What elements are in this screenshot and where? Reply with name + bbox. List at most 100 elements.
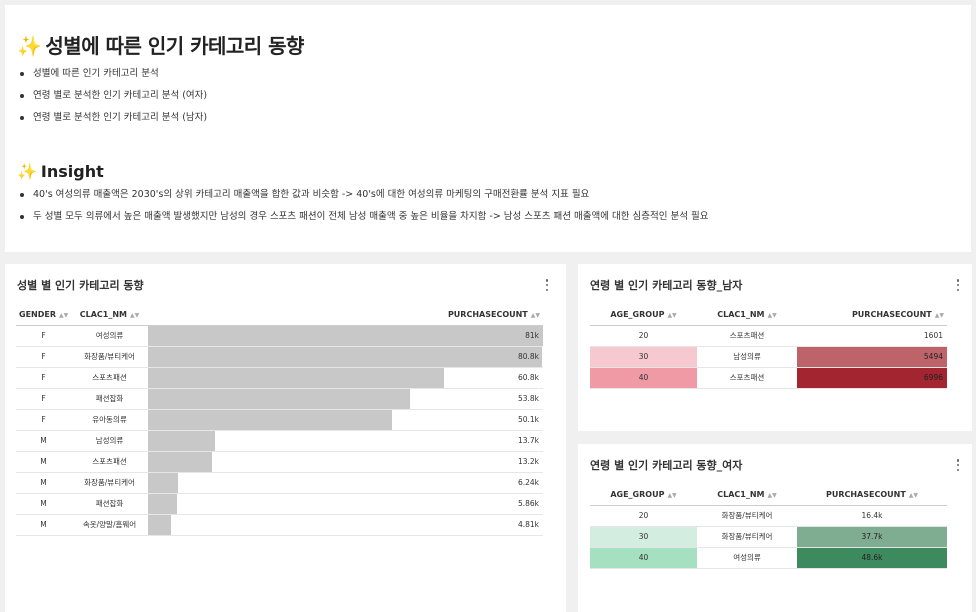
table-row: F 패션잡화 53.8k	[16, 388, 543, 410]
more-options-icon[interactable]	[542, 278, 552, 292]
purchasecount-label: 50.1k	[517, 415, 539, 424]
purchasecount-bar	[148, 367, 445, 388]
category-cell: 패션잡화	[71, 493, 148, 515]
sort-icon[interactable]: ▲▼	[59, 312, 68, 319]
column-header-purchasecount[interactable]: PURCHASECOUNT ▲▼	[797, 485, 947, 506]
purchasecount-label: 13.7k	[517, 436, 539, 445]
category-cell: 화장품/뷰티케어	[71, 472, 148, 494]
sort-icon[interactable]: ▲▼	[531, 312, 540, 319]
purchasecount-bar	[148, 388, 411, 409]
sparkles-icon: ✨	[17, 162, 37, 181]
table-row: F 유아동의류 50.1k	[16, 409, 543, 431]
sort-icon[interactable]: ▲▼	[935, 312, 944, 319]
purchasecount-cell: 5494	[797, 346, 947, 368]
purchasecount-bar	[148, 346, 543, 367]
purchasecount-label: 53.8k	[517, 394, 539, 403]
table-row: 20 화장품/뷰티케어 16.4k	[590, 505, 947, 527]
gender-cell: M	[16, 472, 71, 494]
purchasecount-cell: 60.8k	[148, 367, 543, 389]
sort-icon[interactable]: ▲▼	[768, 312, 777, 319]
gender-cell: F	[16, 409, 71, 431]
purchasecount-cell: 16.4k	[797, 505, 947, 527]
table-row: M 남성의류 13.7k	[16, 430, 543, 452]
age-group-cell: 40	[590, 547, 697, 569]
sort-icon[interactable]: ▲▼	[667, 312, 676, 319]
gender-cell: F	[16, 367, 71, 389]
purchasecount-bar	[148, 451, 213, 472]
table-row: F 여성의류 81k	[16, 325, 543, 347]
age-group-cell: 30	[590, 526, 697, 548]
purchasecount-label: 4.81k	[517, 520, 539, 529]
purchasecount-cell: 13.7k	[148, 430, 543, 452]
table-row: 40 여성의류 48.6k	[590, 547, 947, 569]
column-header-category[interactable]: CLAC1_NM ▲▼	[697, 485, 797, 506]
age-group-cell: 30	[590, 346, 697, 368]
purchasecount-cell: 5.86k	[148, 493, 543, 515]
column-header-purchasecount[interactable]: PURCHASECOUNT ▲▼	[148, 305, 543, 326]
list-item: 40's 여성의류 매출액은 2030's의 상위 카테고리 매출액을 합한 값…	[19, 188, 708, 210]
analysis-list: 성별에 따른 인기 카테고리 분석 연령 별로 분석한 인기 카테고리 분석 (…	[19, 67, 207, 133]
purchasecount-cell: 1601	[797, 325, 947, 347]
age-group-cell: 20	[590, 325, 697, 347]
age-group-cell: 40	[590, 367, 697, 389]
purchasecount-cell: 50.1k	[148, 409, 543, 431]
sort-icon[interactable]: ▲▼	[130, 312, 139, 319]
gender-cell: M	[16, 493, 71, 515]
table-row: M 패션잡화 5.86k	[16, 493, 543, 515]
category-cell: 스포츠패션	[71, 367, 148, 389]
column-header-age-group[interactable]: AGE_GROUP ▲▼	[590, 305, 697, 326]
gender-cell: M	[16, 514, 71, 536]
table-row: 20 스포츠패션 1601	[590, 325, 947, 347]
column-header-category[interactable]: CLAC1_NM ▲▼	[697, 305, 797, 326]
list-item: 연령 별로 분석한 인기 카테고리 분석 (여자)	[19, 89, 207, 111]
purchasecount-label: 13.2k	[517, 457, 539, 466]
purchasecount-cell: 48.6k	[797, 547, 947, 569]
column-header-category[interactable]: CLAC1_NM ▲▼	[71, 305, 148, 326]
table-row: F 화장품/뷰티케어 80.8k	[16, 346, 543, 368]
page-title-text: 성별에 따른 인기 카테고리 동향	[45, 34, 304, 58]
category-cell: 여성의류	[697, 547, 797, 569]
male-age-table: AGE_GROUP ▲▼ CLAC1_NM ▲▼ PURCHASECOUNT ▲▼ 2…	[590, 305, 947, 389]
purchasecount-bar	[148, 430, 215, 451]
table-row: 40 스포츠패션 6996	[590, 367, 947, 389]
purchasecount-cell: 6996	[797, 367, 947, 389]
category-cell: 스포츠패션	[697, 367, 797, 389]
page-title: ✨ 성별에 따른 인기 카테고리 동향	[17, 30, 304, 59]
age-group-cell: 20	[590, 505, 697, 527]
gender-cell: M	[16, 430, 71, 452]
purchasecount-cell: 37.7k	[797, 526, 947, 548]
table-row: M 속옷/양말/홈웨어 4.81k	[16, 514, 543, 536]
gender-category-table: GENDER ▲▼ CLAC1_NM ▲▼ PURCHASECOUNT ▲▼ F 여성의…	[16, 305, 543, 536]
category-cell: 속옷/양말/홈웨어	[71, 514, 148, 536]
insight-list: 40's 여성의류 매출액은 2030's의 상위 카테고리 매출액을 합한 값…	[19, 188, 708, 232]
sort-icon[interactable]: ▲▼	[909, 492, 918, 499]
category-cell: 패션잡화	[71, 388, 148, 410]
table-row: 30 화장품/뷰티케어 37.7k	[590, 526, 947, 548]
purchasecount-cell: 53.8k	[148, 388, 543, 410]
category-cell: 유아동의류	[71, 409, 148, 431]
panel-title: 연령 별 인기 카테고리 동향_남자	[590, 279, 743, 292]
table-row: 30 남성의류 5494	[590, 346, 947, 368]
category-cell: 화장품/뷰티케어	[697, 505, 797, 527]
gender-cell: F	[16, 325, 71, 347]
list-item: 두 성별 모두 의류에서 높은 매출액 발생했지만 남성의 경우 스포츠 패션이…	[19, 210, 708, 232]
category-cell: 스포츠패션	[697, 325, 797, 347]
column-header-purchasecount[interactable]: PURCHASECOUNT ▲▼	[797, 305, 947, 326]
purchasecount-cell: 4.81k	[148, 514, 543, 536]
table-row: F 스포츠패션 60.8k	[16, 367, 543, 389]
more-options-icon[interactable]	[953, 278, 963, 292]
purchasecount-bar	[148, 472, 179, 493]
table-row: M 스포츠패션 13.2k	[16, 451, 543, 473]
sort-icon[interactable]: ▲▼	[768, 492, 777, 499]
more-options-icon[interactable]	[953, 458, 963, 472]
male-age-panel: 연령 별 인기 카테고리 동향_남자 AGE_GROUP ▲▼ CLAC1_NM ▲…	[578, 264, 972, 431]
list-item: 성별에 따른 인기 카테고리 분석	[19, 67, 207, 89]
purchasecount-bar	[148, 514, 172, 535]
purchasecount-cell: 13.2k	[148, 451, 543, 473]
purchasecount-label: 6.24k	[517, 478, 539, 487]
table-row: M 화장품/뷰티케어 6.24k	[16, 472, 543, 494]
column-header-gender[interactable]: GENDER ▲▼	[16, 305, 71, 326]
sort-icon[interactable]: ▲▼	[667, 492, 676, 499]
column-header-age-group[interactable]: AGE_GROUP ▲▼	[590, 485, 697, 506]
insight-heading: ✨ Insight	[17, 162, 104, 181]
